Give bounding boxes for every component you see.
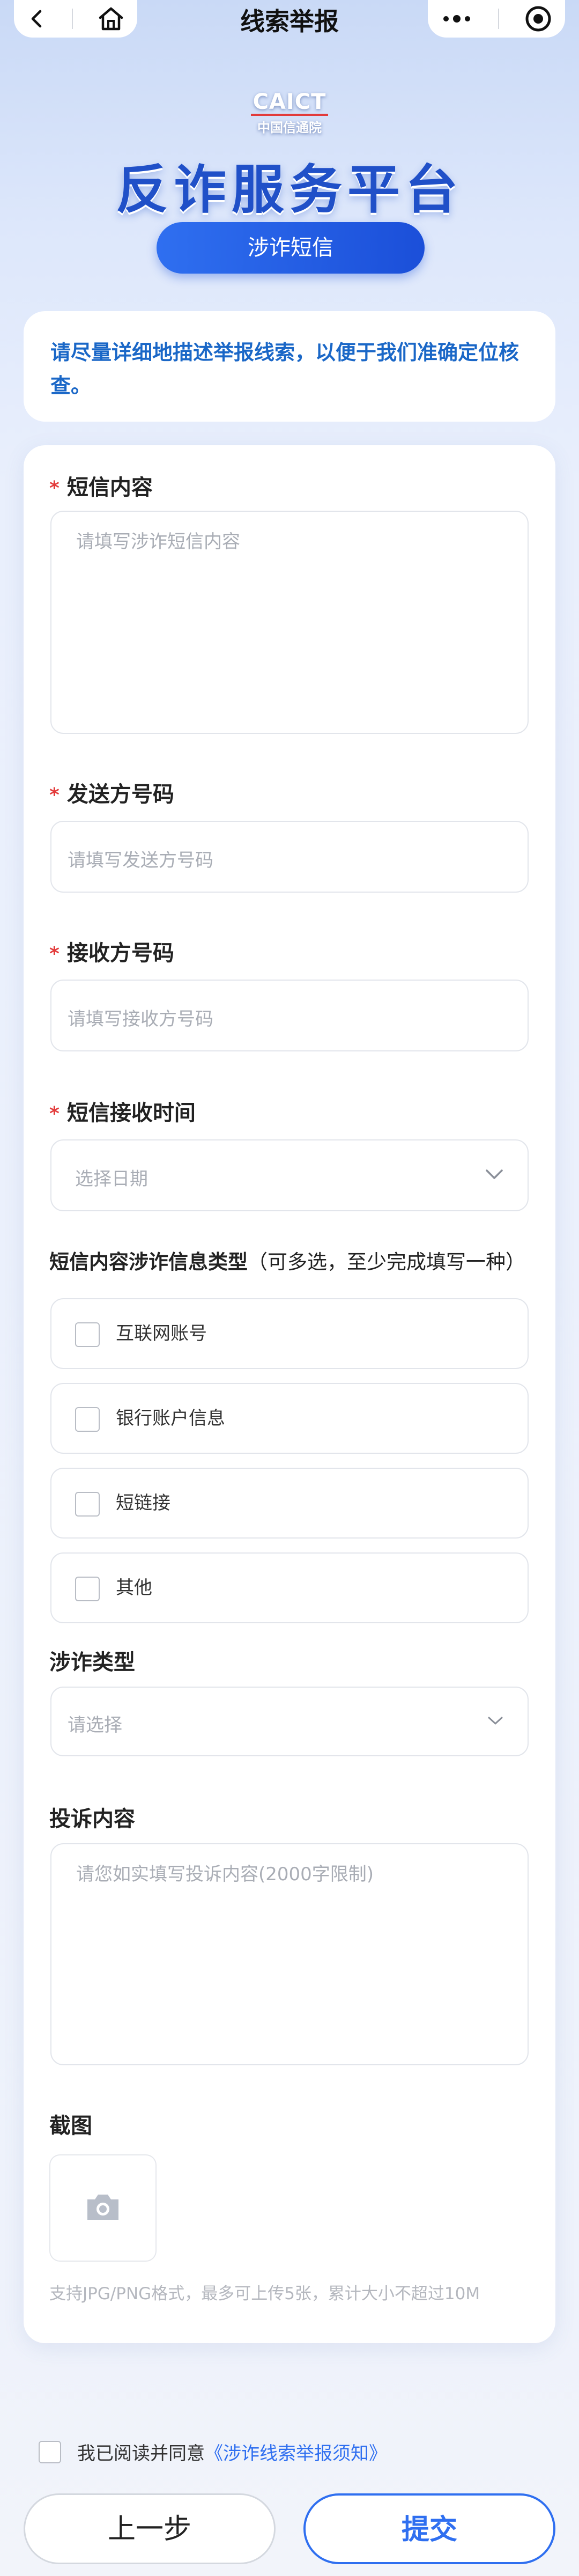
complaint-textarea[interactable]: 请您如实填写投诉内容(2000字限制) xyxy=(50,1843,529,2065)
sender-placeholder: 请填写发送方号码 xyxy=(68,850,213,871)
info-type-label-main: 短信内容涉诈信息类型 xyxy=(49,1250,248,1274)
complaint-label: 投诉内容 xyxy=(49,1807,135,1831)
checkbox[interactable] xyxy=(75,1407,100,1432)
info-type-label: 短信内容涉诈信息类型（可多选，至少完成填写一种） xyxy=(49,1246,525,1275)
required-mark: * xyxy=(49,943,60,965)
target-icon[interactable] xyxy=(524,5,552,33)
screenshot-upload-button[interactable] xyxy=(49,2154,157,2262)
receiver-label-text: 接收方号码 xyxy=(66,941,174,966)
receiver-placeholder: 请填写接收方号码 xyxy=(68,1009,213,1030)
info-type-option[interactable]: 互联网账号 xyxy=(50,1298,529,1369)
required-mark: * xyxy=(49,784,60,806)
chevron-down-icon xyxy=(487,1716,504,1728)
info-type-option[interactable]: 银行账户信息 xyxy=(50,1383,529,1454)
checkbox[interactable] xyxy=(75,1322,100,1347)
fraud-type-select[interactable]: 请选择 xyxy=(50,1687,529,1756)
fraud-type-placeholder: 请选择 xyxy=(68,1714,122,1736)
agreement-checkbox[interactable] xyxy=(39,2440,61,2463)
checkbox[interactable] xyxy=(75,1577,100,1601)
agreement-row[interactable]: 我已阅读并同意 《涉诈线索举报须知》 xyxy=(39,2439,387,2465)
top-nav-bar: 线索举报 xyxy=(0,0,579,38)
sms-content-label-text: 短信内容 xyxy=(66,475,153,500)
info-type-option[interactable]: 短链接 xyxy=(50,1468,529,1539)
logo-en-text: CAICT xyxy=(250,90,329,116)
fraud-type-label: 涉诈类型 xyxy=(49,1650,135,1675)
category-pill: 涉诈短信 xyxy=(157,222,425,274)
nav-right-capsule xyxy=(428,0,565,38)
receive-time-label-text: 短信接收时间 xyxy=(66,1101,196,1125)
required-mark: * xyxy=(49,477,60,499)
upload-hint: 支持JPG/PNG格式，最多可上传5张，累计大小不超过10M xyxy=(49,2284,480,2303)
screenshot-label: 截图 xyxy=(49,2114,92,2138)
nav-divider xyxy=(498,9,499,29)
required-mark: * xyxy=(49,1103,60,1125)
receiver-input[interactable]: 请填写接收方号码 xyxy=(50,980,529,1051)
sms-content-textarea[interactable]: 请填写涉诈短信内容 xyxy=(50,511,529,734)
info-type-option-label: 银行账户信息 xyxy=(116,1408,225,1429)
receive-time-date-picker[interactable]: 选择日期 xyxy=(50,1139,529,1211)
receive-time-label: * 短信接收时间 xyxy=(49,1095,196,1127)
notice-card: 请尽量详细地描述举报线索，以便于我们准确定位核查。 xyxy=(24,311,555,422)
info-type-label-note: （可多选，至少完成填写一种） xyxy=(248,1250,525,1274)
info-type-option-label: 短链接 xyxy=(116,1492,170,1514)
report-form: * 短信内容 请填写涉诈短信内容 * 发送方号码 请填写发送方号码 * 接收方号码 请… xyxy=(24,445,555,2343)
camera-icon xyxy=(84,2192,122,2224)
chevron-down-icon xyxy=(485,1168,504,1183)
sms-content-placeholder: 请填写涉诈短信内容 xyxy=(76,531,240,553)
agreement-text: 我已阅读并同意 xyxy=(77,2443,205,2464)
more-dots-icon[interactable] xyxy=(441,13,473,24)
info-type-option-label: 其他 xyxy=(116,1577,152,1599)
complaint-placeholder: 请您如实填写投诉内容(2000字限制) xyxy=(76,1864,374,1885)
info-type-option-label: 互联网账号 xyxy=(116,1323,207,1344)
sender-input[interactable]: 请填写发送方号码 xyxy=(50,821,529,893)
sender-label-text: 发送方号码 xyxy=(66,782,174,807)
submit-button[interactable]: 提交 xyxy=(303,2493,555,2564)
previous-step-button[interactable]: 上一步 xyxy=(24,2493,276,2564)
receive-time-placeholder: 选择日期 xyxy=(75,1168,148,1190)
receiver-label: * 接收方号码 xyxy=(49,936,174,967)
checkbox[interactable] xyxy=(75,1492,100,1517)
platform-title: 反诈服务平台 xyxy=(115,159,463,220)
sender-label: * 发送方号码 xyxy=(49,777,174,808)
caict-logo: CAICT 中国信通院 xyxy=(0,90,579,136)
logo-cn-text: 中国信通院 xyxy=(257,120,322,135)
agreement-link[interactable]: 《涉诈线索举报须知》 xyxy=(205,2439,387,2465)
sms-content-label: * 短信内容 xyxy=(49,470,153,501)
info-type-option[interactable]: 其他 xyxy=(50,1552,529,1623)
